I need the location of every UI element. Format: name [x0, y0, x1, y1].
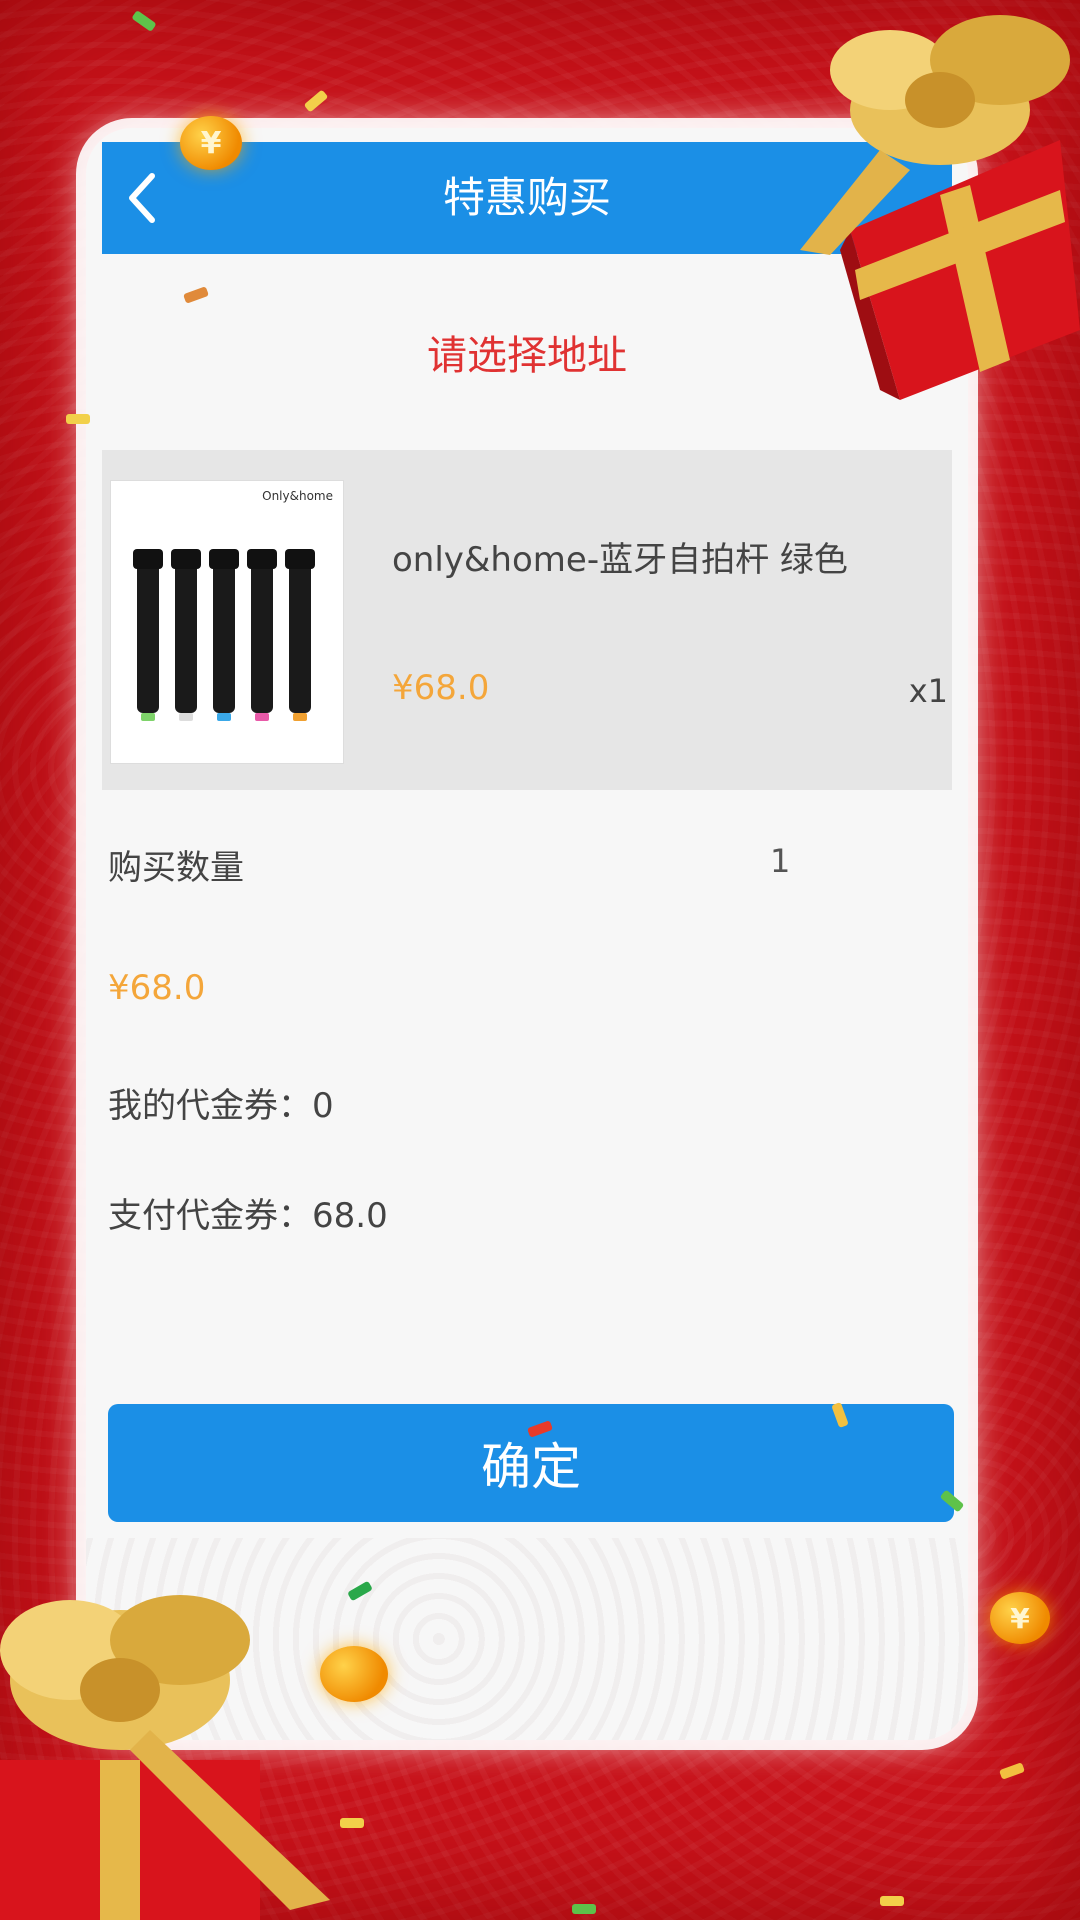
- confetti: [880, 1896, 904, 1906]
- selfie-stick-graphic: [209, 549, 239, 721]
- gift-box-icon: [0, 1595, 330, 1920]
- product-quantity: x1: [908, 672, 948, 710]
- product-name: only&home-蓝牙自拍杆 绿色: [392, 540, 848, 580]
- selfie-stick-graphic: [247, 549, 277, 721]
- confetti: [340, 1818, 364, 1828]
- total-price: ¥68.0: [108, 968, 206, 1008]
- coin-icon: [320, 1646, 388, 1702]
- my-vouchers: 我的代金券：0: [108, 1086, 334, 1126]
- confetti: [66, 414, 90, 424]
- product-image: Only&home: [110, 480, 344, 764]
- selfie-stick-graphic: [285, 549, 315, 721]
- quantity-label: 购买数量: [108, 848, 244, 888]
- confirm-button[interactable]: 确定: [108, 1404, 954, 1522]
- coin-icon: ¥: [990, 1592, 1050, 1644]
- confetti: [999, 1762, 1025, 1780]
- selfie-stick-graphic: [133, 549, 163, 721]
- coin-icon: ¥: [180, 116, 242, 170]
- gift-box-icon: [800, 15, 1080, 400]
- product-price: ¥68.0: [392, 668, 490, 708]
- product-image-brand: Only&home: [262, 489, 333, 503]
- pay-vouchers: 支付代金券：68.0: [108, 1196, 388, 1236]
- product-item: Only&home only&home-蓝牙自拍杆 绿色 ¥68.0 x1: [102, 450, 952, 790]
- quantity-value[interactable]: 1: [770, 842, 790, 880]
- confetti: [303, 89, 329, 113]
- confetti: [131, 10, 157, 32]
- confetti: [572, 1904, 596, 1914]
- selfie-stick-graphic: [171, 549, 201, 721]
